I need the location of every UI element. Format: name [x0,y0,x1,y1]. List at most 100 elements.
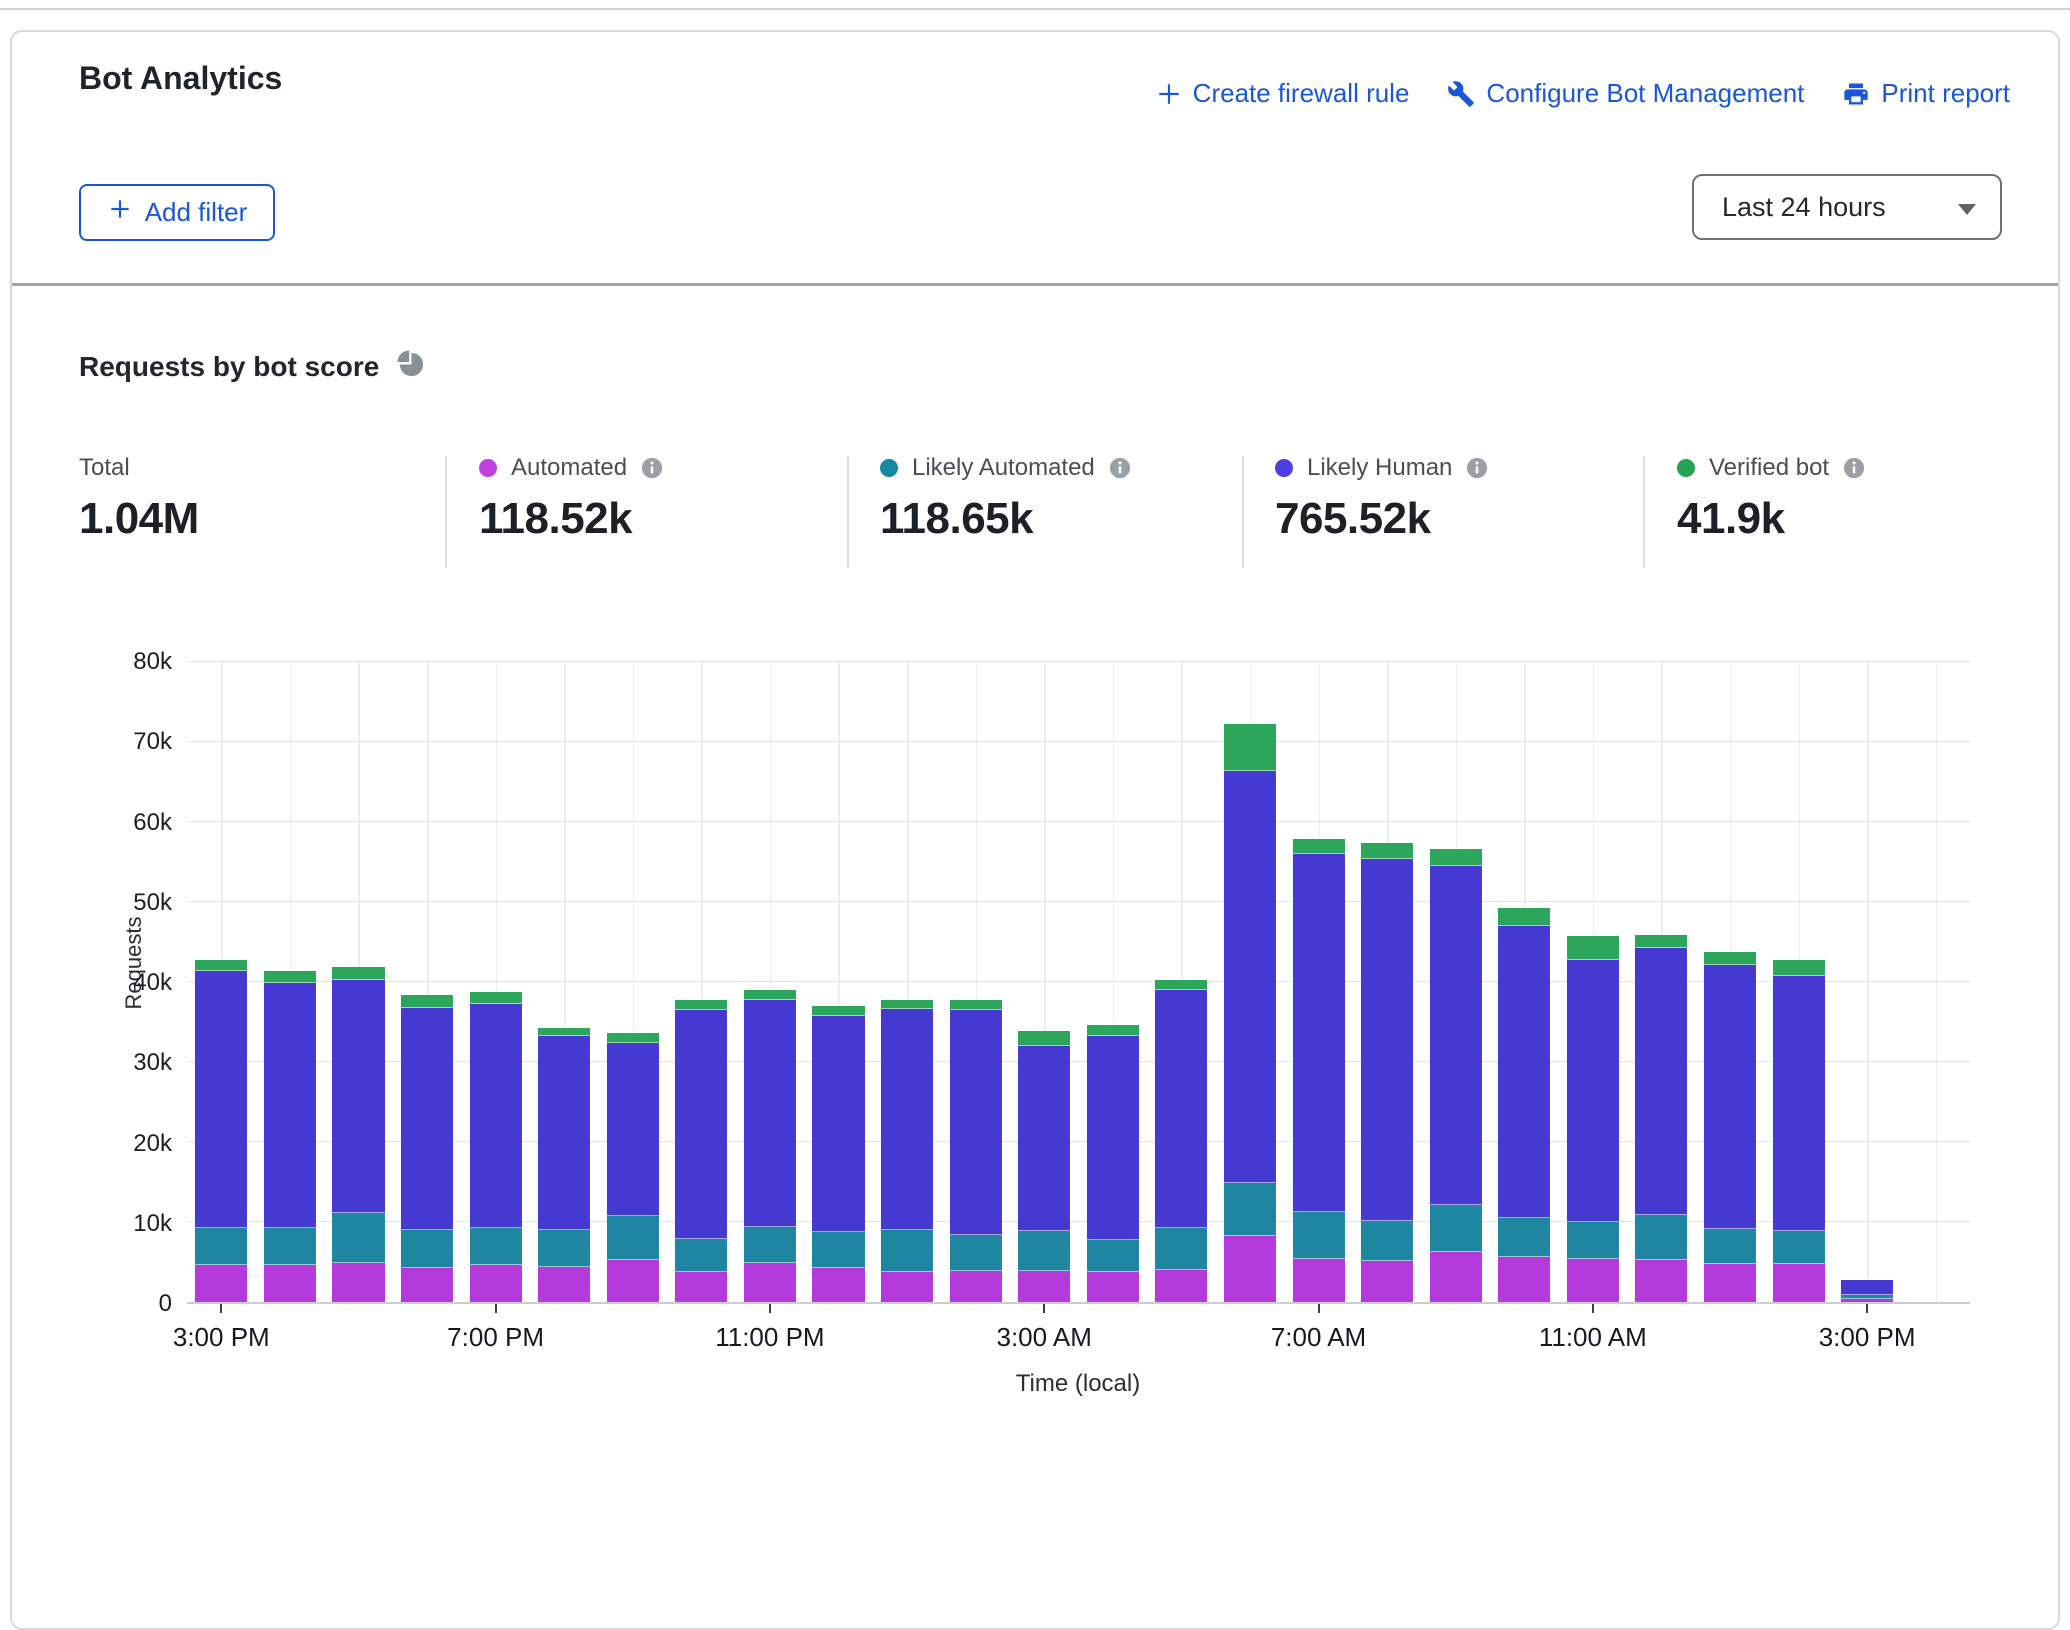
segment-likely-human [812,1016,864,1232]
page-top-divider [0,8,2070,10]
x-tick-label: 11:00 PM [715,1322,824,1353]
horizontal-gridline [187,821,1970,823]
add-filter-button[interactable]: Add filter [79,184,275,241]
segment-likely-automated [332,1213,384,1263]
bar-5-00-AM[interactable] [1155,662,1207,1302]
print-report-link[interactable]: Print report [1842,78,2010,109]
chart-title-text: Requests by bot score [79,351,379,383]
segment-likely-automated [1498,1218,1550,1257]
bot-analytics-card: Bot Analytics Create firewall rule Confi… [10,30,2060,1630]
segment-verified-bot [1567,936,1619,959]
bar-12-00-AM[interactable] [812,662,864,1302]
bar-12-00-PM[interactable] [1635,662,1687,1302]
info-icon[interactable] [1466,457,1488,479]
segment-automated [1704,1264,1756,1302]
segment-likely-automated [1224,1183,1276,1237]
segment-likely-automated [538,1230,590,1267]
segment-likely-automated [264,1228,316,1266]
y-axis-labels: 010k20k30k40k50k60k70k80k [12,662,172,1304]
segment-likely-automated [1773,1231,1825,1265]
wrench-icon [1447,80,1475,108]
bar-3-00-PM[interactable] [195,662,247,1302]
segment-automated [744,1263,796,1302]
x-tick [220,1304,222,1313]
segment-verified-bot [607,1033,659,1043]
segment-likely-automated [675,1239,727,1273]
segment-automated [1773,1264,1825,1302]
bar-1-00-AM[interactable] [881,662,933,1302]
segment-verified-bot [332,967,384,981]
segment-automated [1841,1299,1893,1302]
segment-automated [264,1265,316,1302]
bar-11-00-AM[interactable] [1567,662,1619,1302]
info-icon[interactable] [641,457,663,479]
bar-8-00-PM[interactable] [538,662,590,1302]
stat-value: 41.9k [1677,494,1865,544]
chart-section-title: Requests by bot score [79,348,426,386]
plus-icon [1156,81,1182,107]
bar-6-00-PM[interactable] [401,662,453,1302]
pie-chart-icon [395,348,426,386]
x-tick-label: 3:00 PM [173,1322,270,1353]
segment-automated [1498,1257,1550,1302]
segment-likely-human [1292,854,1344,1212]
bar-4-00-PM[interactable] [264,662,316,1302]
plot-area [187,662,1970,1304]
segment-likely-human [1361,859,1413,1221]
info-icon[interactable] [1109,457,1131,479]
segment-verified-bot [264,971,316,983]
horizontal-gridline [187,1141,1970,1143]
horizontal-gridline [187,741,1970,743]
bar-6-00-AM[interactable] [1224,662,1276,1302]
segment-verified-bot [1292,839,1344,854]
segment-likely-human [1704,965,1756,1229]
segment-likely-human [744,1000,796,1227]
segment-automated [195,1265,247,1302]
bar-1-00-PM[interactable] [1704,662,1756,1302]
create-firewall-rule-link[interactable]: Create firewall rule [1156,78,1410,109]
segment-likely-human [1498,926,1550,1218]
segment-automated [812,1268,864,1302]
plus-icon [107,196,133,229]
segment-verified-bot [881,1000,933,1009]
segment-automated [881,1272,933,1302]
segment-likely-human [1430,866,1482,1205]
configure-bot-management-link[interactable]: Configure Bot Management [1447,78,1804,109]
info-icon[interactable] [1843,457,1865,479]
stat-label: Verified bot [1709,454,1829,482]
segment-likely-human [470,1004,522,1228]
bar-4-00-AM[interactable] [1087,662,1139,1302]
segment-likely-automated [1292,1212,1344,1258]
bar-9-00-AM[interactable] [1430,662,1482,1302]
bar-9-00-PM[interactable] [607,662,659,1302]
segment-verified-bot [195,960,247,971]
segment-likely-human [607,1043,659,1217]
stat-divider [445,456,447,568]
bar-3-00-AM[interactable] [1018,662,1070,1302]
segment-verified-bot [1635,935,1687,949]
bar-2-00-AM[interactable] [950,662,1002,1302]
action-label: Print report [1881,78,2010,109]
x-tick-label: 3:00 AM [997,1322,1092,1353]
bar-2-00-PM[interactable] [1773,662,1825,1302]
segment-likely-automated [1704,1229,1756,1263]
segment-automated [332,1263,384,1302]
segment-likely-automated [1018,1231,1070,1271]
segment-likely-automated [1567,1222,1619,1259]
segment-automated [1361,1261,1413,1302]
x-tick-label: 7:00 AM [1271,1322,1366,1353]
time-range-select[interactable]: Last 24 hours [1692,174,2002,240]
segment-verified-bot [950,1000,1002,1010]
bar-3-00-PM[interactable] [1841,662,1893,1302]
bar-8-00-AM[interactable] [1361,662,1413,1302]
legend-dot-verified-bot [1677,459,1695,477]
segment-likely-automated [812,1232,864,1267]
segment-likely-human [1224,771,1276,1183]
segment-likely-human [1841,1280,1893,1294]
bar-7-00-AM[interactable] [1292,662,1344,1302]
bar-7-00-PM[interactable] [470,662,522,1302]
bar-11-00-PM[interactable] [744,662,796,1302]
bar-10-00-AM[interactable] [1498,662,1550,1302]
bar-5-00-PM[interactable] [332,662,384,1302]
bar-10-00-PM[interactable] [675,662,727,1302]
